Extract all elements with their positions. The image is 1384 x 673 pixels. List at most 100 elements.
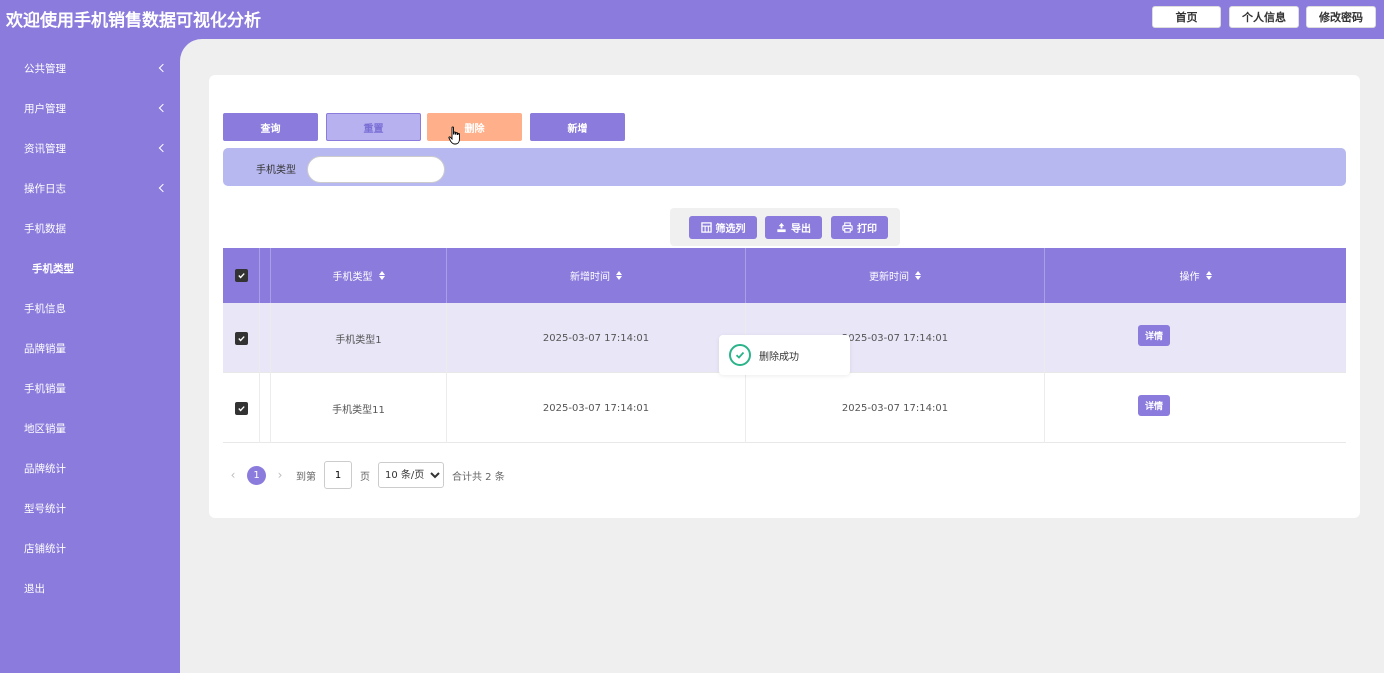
success-toast: 删除成功	[719, 335, 850, 375]
chevron-left-icon	[158, 63, 168, 73]
top-bar: 欢迎使用手机销售数据可视化分析 首页 个人信息 修改密码	[0, 0, 1384, 39]
detail-button[interactable]: 详情	[1138, 325, 1170, 346]
sidebar-item-phone-info[interactable]: 手机信息	[0, 288, 180, 328]
sidebar-item-label: 手机数据	[24, 222, 66, 235]
sidebar-item-model-stats[interactable]: 型号统计	[0, 488, 180, 528]
change-password-button[interactable]: 修改密码	[1306, 6, 1376, 28]
columns-icon	[700, 222, 712, 233]
sidebar-item-region-sales[interactable]: 地区销量	[0, 408, 180, 448]
sidebar-item-label: 退出	[24, 582, 45, 595]
prev-page-icon[interactable]: ‹	[223, 468, 243, 482]
header-label: 手机类型	[332, 272, 373, 283]
table-row[interactable]: 手机类型11 2025-03-07 17:14:01 2025-03-07 17…	[223, 373, 1346, 443]
success-check-icon	[729, 344, 751, 366]
sidebar-item-label: 店铺统计	[24, 542, 66, 555]
sidebar-item-brand-stats[interactable]: 品牌统计	[0, 448, 180, 488]
toast-message: 删除成功	[759, 351, 799, 363]
sort-icon[interactable]	[616, 271, 622, 280]
filter-columns-button[interactable]: 筛选列	[689, 216, 757, 239]
chevron-left-icon	[158, 103, 168, 113]
header-updated-time[interactable]: 更新时间	[746, 248, 1045, 303]
detail-button[interactable]: 详情	[1138, 395, 1170, 416]
query-button[interactable]: 查询	[223, 113, 318, 141]
filter-columns-label: 筛选列	[715, 224, 746, 235]
header-label: 操作	[1179, 272, 1200, 283]
sidebar-item-logout[interactable]: 退出	[0, 568, 180, 608]
cell-phone-type: 手机类型1	[271, 303, 447, 373]
print-button[interactable]: 打印	[831, 216, 888, 239]
sort-icon[interactable]	[378, 271, 385, 280]
export-icon	[777, 222, 786, 233]
export-label: 导出	[791, 224, 811, 235]
pagination: ‹ 1 › 到第 页 10 条/页 合计共 2 条	[223, 460, 505, 490]
page-size-select[interactable]: 10 条/页	[378, 462, 444, 488]
page-number-current[interactable]: 1	[247, 465, 266, 485]
sidebar-item-phone-data[interactable]: 手机数据	[0, 208, 180, 248]
header-created-time[interactable]: 新增时间	[447, 248, 746, 303]
header-label: 更新时间	[869, 272, 909, 283]
search-label: 手机类型	[256, 165, 296, 176]
hand-cursor-icon	[448, 126, 460, 145]
phone-type-search-input[interactable]	[307, 156, 445, 183]
chevron-left-icon	[158, 183, 168, 193]
cell-created-time: 2025-03-07 17:14:01	[447, 303, 746, 373]
goto-prefix: 到第	[296, 471, 316, 483]
sidebar-item-label: 操作日志	[24, 182, 66, 195]
row-checkbox[interactable]	[234, 331, 248, 345]
profile-button[interactable]: 个人信息	[1229, 6, 1299, 28]
add-button[interactable]: 新增	[530, 113, 625, 141]
sidebar-item-label: 公共管理	[24, 62, 66, 75]
header-phone-type[interactable]: 手机类型	[271, 248, 447, 303]
header-operations[interactable]: 操作	[1045, 248, 1346, 303]
sidebar-item-label: 地区销量	[24, 422, 66, 435]
cell-updated-time: 2025-03-07 17:14:01	[746, 373, 1045, 443]
sidebar-item-logs[interactable]: 操作日志	[0, 168, 180, 208]
export-button[interactable]: 导出	[765, 216, 822, 239]
goto-suffix: 页	[360, 471, 370, 483]
sidebar-item-public[interactable]: 公共管理	[0, 48, 180, 88]
search-bar: 手机类型	[223, 148, 1346, 186]
sidebar-item-store-stats[interactable]: 店铺统计	[0, 528, 180, 568]
header-index-cell	[260, 248, 271, 303]
app-title: 欢迎使用手机销售数据可视化分析	[6, 11, 261, 31]
header-select-all-cell	[223, 248, 260, 303]
check-icon	[237, 335, 245, 341]
home-button[interactable]: 首页	[1152, 6, 1221, 28]
check-icon	[237, 273, 245, 279]
cell-created-time: 2025-03-07 17:14:01	[447, 373, 746, 443]
select-all-checkbox[interactable]	[234, 269, 248, 282]
sidebar-item-label: 手机销量	[24, 382, 66, 395]
sidebar-item-label: 品牌销量	[24, 342, 66, 355]
table-toolbar: 筛选列 导出 打印	[670, 208, 900, 246]
sidebar-item-label: 用户管理	[24, 102, 66, 115]
sidebar: 公共管理 用户管理 资讯管理 操作日志 手机数据 手机类型 手机信息 品牌销量 …	[0, 39, 180, 673]
sidebar-item-phone-sales[interactable]: 手机销量	[0, 368, 180, 408]
reset-button[interactable]: 重置	[326, 113, 421, 141]
cell-operations: 详情	[1045, 373, 1346, 443]
sidebar-item-label: 手机信息	[24, 302, 66, 315]
sidebar-item-label: 型号统计	[24, 502, 66, 515]
row-checkbox-cell	[223, 303, 260, 373]
cell-operations: 详情	[1045, 303, 1346, 373]
sidebar-item-label: 品牌统计	[24, 462, 66, 475]
table-header: 手机类型 新增时间 更新时间 操作	[223, 248, 1346, 303]
row-index-cell	[260, 373, 271, 443]
check-icon	[237, 405, 245, 411]
sidebar-item-news[interactable]: 资讯管理	[0, 128, 180, 168]
sidebar-item-label: 手机类型	[32, 262, 74, 275]
chevron-left-icon	[158, 143, 168, 153]
row-checkbox-cell	[223, 373, 260, 443]
sort-icon[interactable]	[1205, 271, 1212, 280]
sidebar-item-users[interactable]: 用户管理	[0, 88, 180, 128]
sidebar-item-brand-sales[interactable]: 品牌销量	[0, 328, 180, 368]
row-checkbox[interactable]	[234, 401, 248, 415]
total-count: 合计共 2 条	[452, 471, 505, 483]
content-card: 查询 重置 删除 新增 手机类型 筛选列 导出 打印 手机类型 新增时间 更新时…	[209, 75, 1360, 518]
delete-button[interactable]: 删除	[427, 113, 522, 141]
print-icon	[842, 222, 853, 233]
sidebar-item-label: 资讯管理	[24, 142, 66, 155]
sidebar-item-phone-type[interactable]: 手机类型	[0, 248, 180, 288]
goto-page-input[interactable]	[324, 461, 352, 489]
next-page-icon[interactable]: ›	[270, 468, 290, 482]
sort-icon[interactable]	[915, 271, 921, 280]
